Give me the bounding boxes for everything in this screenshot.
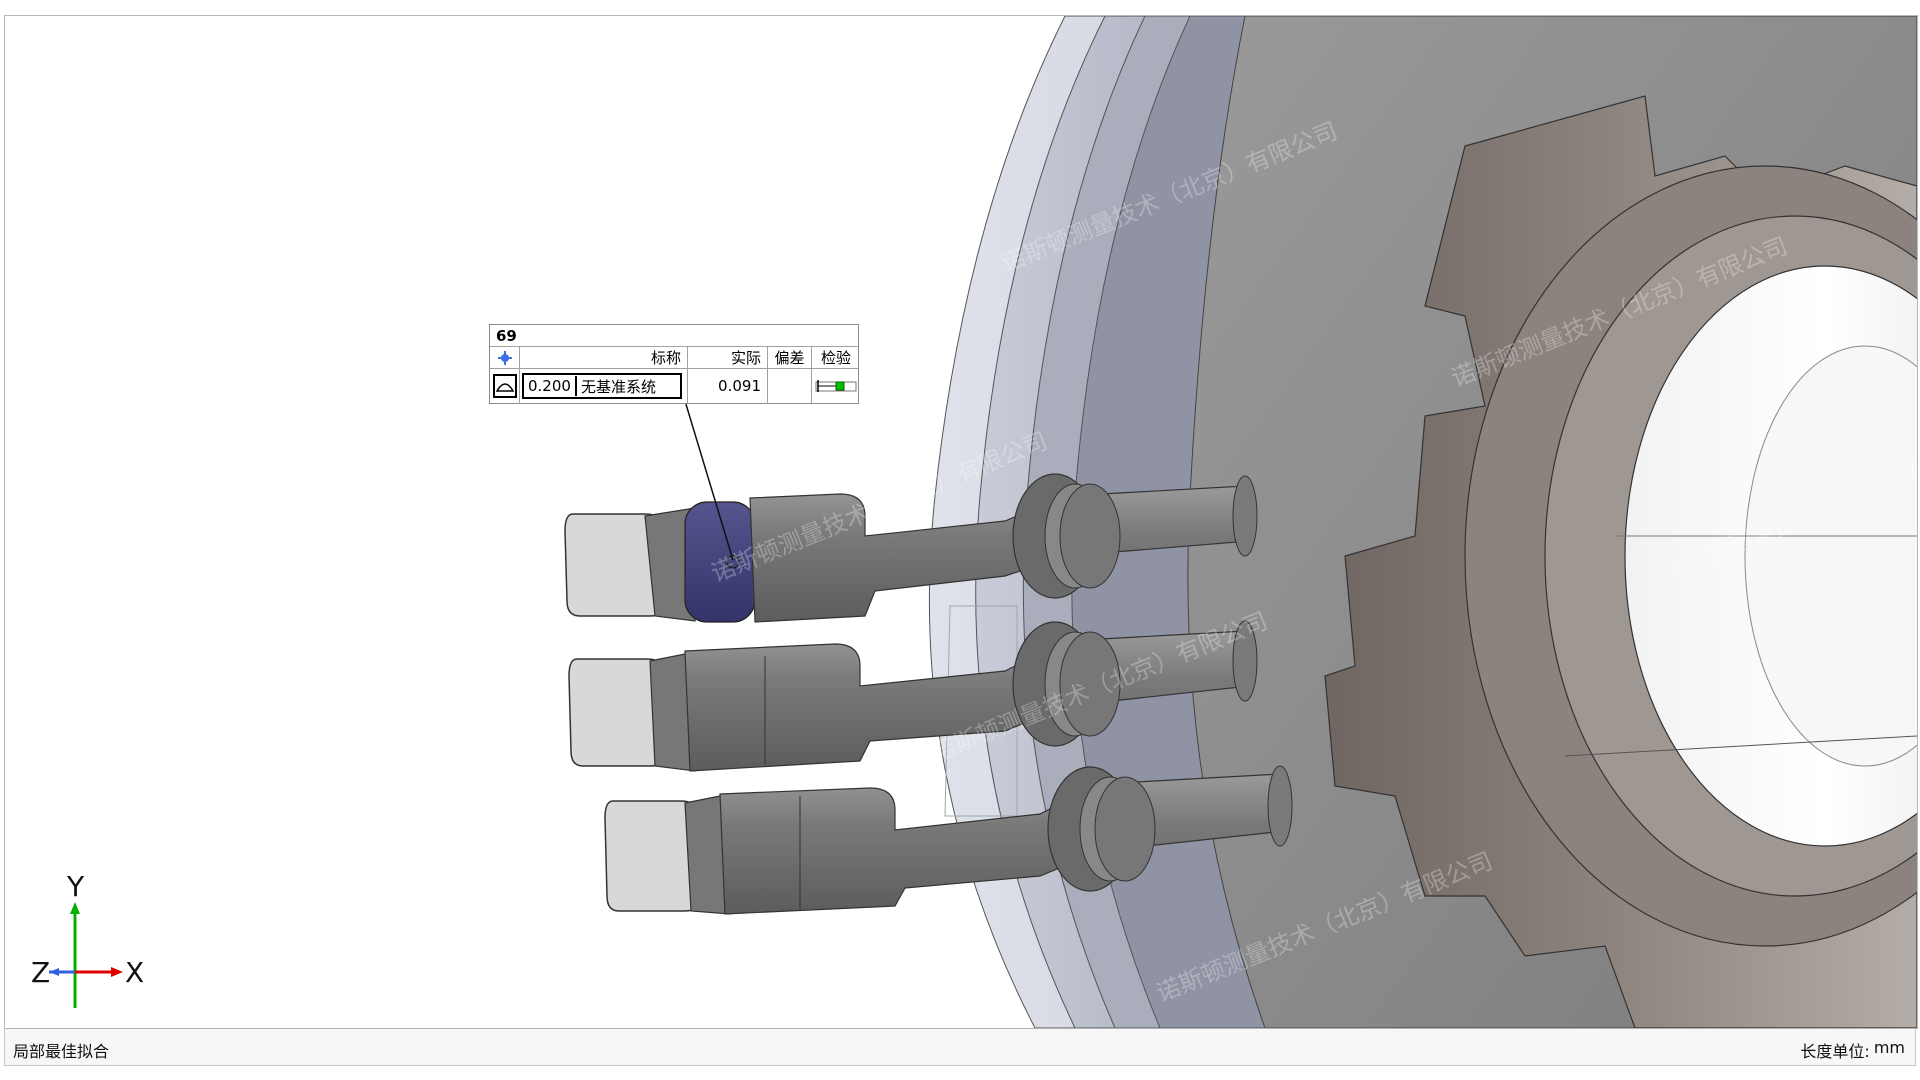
status-bar: 局部最佳拟合 长度单位: mm <box>4 1028 1916 1066</box>
measurement-callout[interactable]: 69 标称 实际 偏差 检验 0.200 无基准系统 0.091 <box>489 324 859 404</box>
datum-text: 无基准系统 <box>580 377 656 396</box>
x-axis-label: X <box>125 956 145 989</box>
callout-header-row: 标称 实际 偏差 检验 <box>490 347 858 369</box>
3d-viewport[interactable]: 诺斯顿测量技术（北京）有限公司 诺斯顿测量技术（北京）有限公司 诺斯顿测量技术（… <box>4 15 1918 1029</box>
length-unit: 长度单位: mm <box>1800 1038 1905 1062</box>
header-deviation: 偏差 <box>768 347 812 368</box>
app-window: 诺斯顿测量技术（北京）有限公司 诺斯顿测量技术（北京）有限公司 诺斯顿测量技术（… <box>0 0 1920 1080</box>
length-unit-label: 长度单位: <box>1800 1042 1870 1061</box>
z-axis-label: Z <box>31 956 51 989</box>
actual-value: 0.091 <box>688 369 768 403</box>
alignment-status: 局部最佳拟合 <box>13 1042 110 1061</box>
axis-triad: Y X Z <box>29 870 159 1016</box>
profile-of-surface-icon <box>490 369 520 403</box>
check-indicator <box>812 369 860 403</box>
nominal-cell: 0.200 无基准系统 <box>520 369 688 403</box>
tolerance-value: 0.200 <box>528 377 571 395</box>
header-check: 检验 <box>820 349 851 367</box>
separator <box>574 376 577 396</box>
callout-value-row: 0.200 无基准系统 0.091 <box>490 369 858 403</box>
header-actual: 实际 <box>688 347 768 368</box>
callout-id: 69 <box>496 327 517 345</box>
position-tolerance-icon <box>490 347 520 368</box>
deviation-value <box>768 369 812 403</box>
cad-model[interactable] <box>5 16 1917 1028</box>
y-axis-label: Y <box>67 870 85 903</box>
callout-title-row: 69 <box>490 325 858 347</box>
header-nominal: 标称 <box>520 347 688 368</box>
length-unit-value: mm <box>1873 1038 1905 1057</box>
